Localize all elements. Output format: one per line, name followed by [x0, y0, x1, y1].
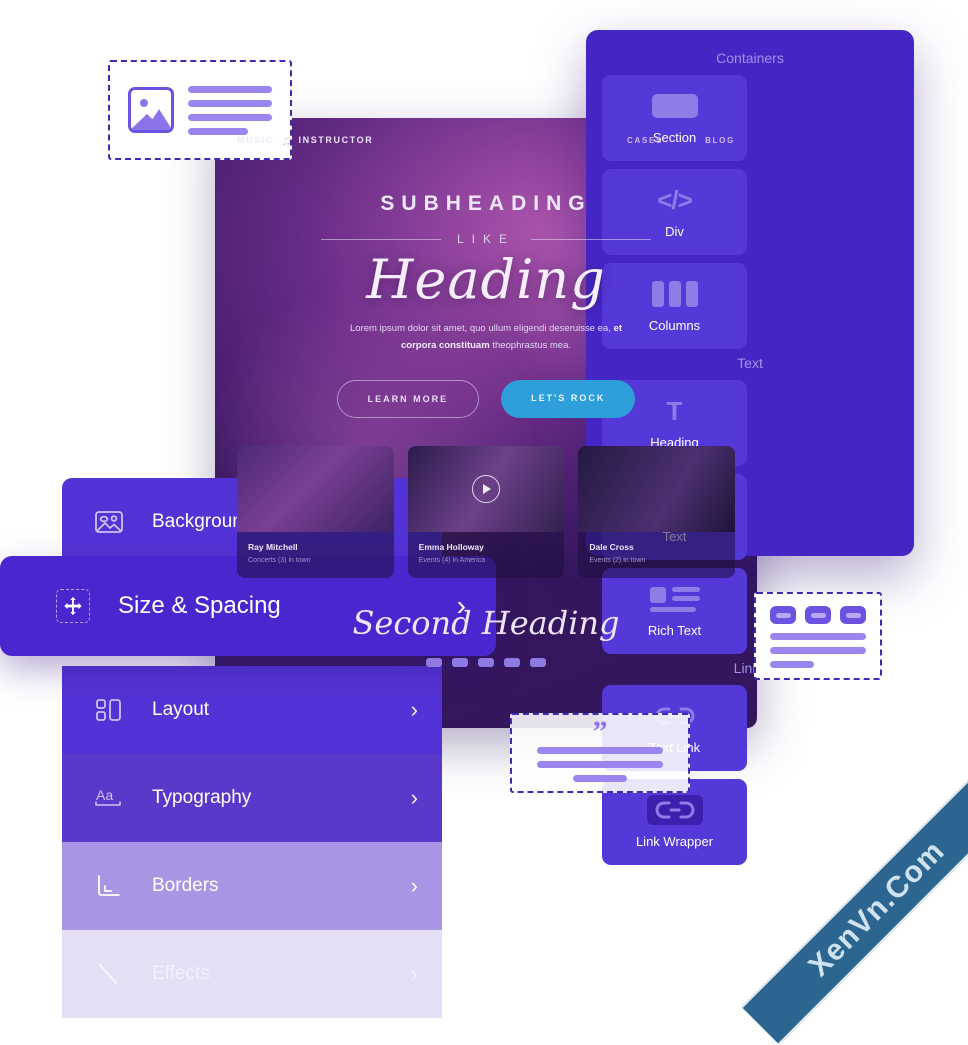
- svg-text:Aa: Aa: [96, 787, 113, 803]
- image-icon: [92, 509, 126, 535]
- card-body: Dale Cross Events (2) in town: [578, 532, 735, 578]
- hero-like-text: LIKE: [456, 232, 515, 246]
- site-logo[interactable]: MUSIC ♫ INSTRUCTOR: [237, 132, 373, 148]
- placeholder-buttons: [770, 606, 866, 624]
- card-subtitle: Events (4) in America: [418, 557, 486, 565]
- typography-icon: Aa: [92, 785, 126, 811]
- hero-copy-line-3: theophrastus mea.: [492, 339, 571, 351]
- rule-left: [320, 238, 441, 240]
- card-title: Dale Cross: [589, 542, 634, 553]
- hero-heading: Heading: [366, 248, 606, 311]
- site-navbar: MUSIC ♫ INSTRUCTOR CASES BLOG: [215, 118, 757, 148]
- layout-icon: [92, 697, 126, 723]
- card-subtitle: Events (2) in town: [589, 557, 646, 565]
- chevron-right-icon: ›: [410, 785, 418, 810]
- tile-label: Link Wrapper: [635, 834, 714, 849]
- menu-item-effects[interactable]: Effects ›: [62, 930, 442, 1018]
- pagination-dots: [215, 658, 757, 668]
- borders-icon: [92, 873, 126, 899]
- screenshot-canvas: MUSIC ♫ INSTRUCTOR CASES BLOG SUBHEADING…: [0, 0, 968, 1045]
- image-icon: [128, 87, 174, 133]
- hero-copy-line-2a: deseruisse ea,: [549, 323, 614, 334]
- card-item[interactable]: Dale Cross Events (2) in town: [578, 446, 736, 579]
- hero-copy: Lorem ipsum dolor sit amet, quo ullum el…: [336, 321, 636, 354]
- lets-rock-button[interactable]: LET'S ROCK: [501, 380, 636, 419]
- placeholder-text-lines: [528, 747, 672, 782]
- button-placeholder-block: [754, 592, 882, 680]
- hero-copy-line-1: Lorem ipsum dolor sit amet, quo ullum el…: [350, 323, 547, 334]
- chevron-right-icon: ›: [410, 961, 418, 986]
- hero-like-row: LIKE: [215, 232, 757, 246]
- chevron-right-icon: ›: [410, 873, 418, 898]
- section-icon: [651, 91, 698, 121]
- card-media: [237, 446, 394, 533]
- site-cards: Ray Mitchell Concerts (3) in town Emma H…: [215, 418, 757, 579]
- hero-buttons: LEARN MORE LET'S ROCK: [215, 380, 757, 419]
- music-note-icon: ♫: [281, 132, 292, 148]
- website-mockup: MUSIC ♫ INSTRUCTOR CASES BLOG SUBHEADING…: [215, 118, 757, 728]
- menu-item-label: Borders: [152, 875, 219, 896]
- site-nav-links: CASES BLOG: [627, 136, 735, 145]
- logo-word-1: MUSIC: [237, 135, 274, 145]
- rule-right: [531, 238, 651, 240]
- nav-link-blog[interactable]: BLOG: [705, 136, 735, 145]
- card-subtitle: Concerts (3) in town: [248, 557, 311, 565]
- card-body: Emma Holloway Events (4) in America: [408, 532, 565, 578]
- hero-section: SUBHEADING LIKE Heading Lorem ipsum dolo…: [215, 148, 757, 419]
- link-wrapper-icon: [646, 795, 703, 825]
- menu-item-label: Effects: [152, 963, 210, 984]
- card-media: [407, 446, 565, 533]
- menu-item-label: Layout: [152, 699, 210, 720]
- card-title: Ray Mitchell: [248, 542, 298, 553]
- menu-item-label: Typography: [152, 787, 252, 808]
- placeholder-text-lines: [770, 633, 866, 668]
- card-media: [578, 446, 736, 533]
- effects-icon: [92, 961, 126, 987]
- learn-more-button[interactable]: LEARN MORE: [336, 380, 480, 419]
- hero-subheading: SUBHEADING: [380, 192, 592, 215]
- card-item[interactable]: Ray Mitchell Concerts (3) in town: [237, 446, 394, 579]
- menu-item-borders[interactable]: Borders ›: [62, 842, 442, 930]
- logo-word-2: INSTRUCTOR: [298, 135, 374, 145]
- menu-item-typography[interactable]: Aa Typography ›: [62, 754, 442, 842]
- card-title: Emma Holloway: [418, 542, 484, 553]
- move-arrows-icon: [56, 589, 90, 623]
- card-body: Ray Mitchell Concerts (3) in town: [237, 532, 394, 578]
- nav-link-cases[interactable]: CASES: [627, 136, 663, 145]
- panel-group-title-containers: Containers: [716, 50, 784, 66]
- play-icon[interactable]: [472, 475, 500, 504]
- second-heading: Second Heading: [352, 604, 620, 643]
- card-item[interactable]: Emma Holloway Events (4) in America: [407, 446, 565, 579]
